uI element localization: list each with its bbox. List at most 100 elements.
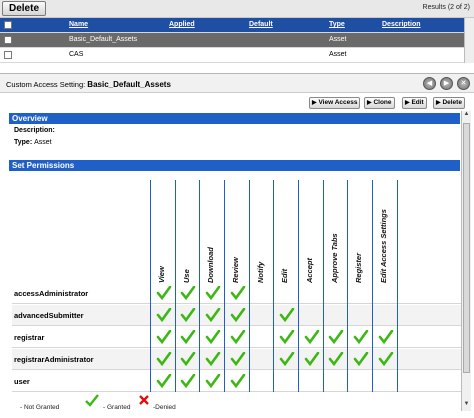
permission-column-header: Use [175,180,199,283]
close-icon[interactable]: ✕ [457,77,470,90]
description-row: Description: [14,127,55,134]
granted-check-icon [180,286,196,300]
delete-button[interactable]: Delete [2,1,46,16]
table-row[interactable]: Basic_Default_Assets Asset [0,33,474,48]
row-name: Basic_Default_Assets [69,36,138,43]
asset-table: Name Applied Default Type Description Ba… [0,18,474,63]
denied-x-icon [139,395,149,405]
detail-name: Basic_Default_Assets [87,80,171,89]
granted-check-icon [353,330,368,344]
legend-not-granted: - Not Granted [20,404,60,411]
permission-column-label: Notify [256,261,265,283]
granted-check-icon [328,330,344,344]
column-divider [347,180,348,392]
edit-label: Edit [411,99,424,106]
previous-icon[interactable]: ◀ [423,77,436,90]
granted-check-icon [279,308,294,322]
column-type[interactable]: Type [329,21,345,28]
row-type: Asset [329,51,347,58]
scrollbar-thumb[interactable] [463,123,470,373]
play-icon: ▶ [312,100,317,106]
permission-column-label: View [157,266,166,283]
permission-column-header: Accept [298,180,322,283]
permissions-heading: Set Permissions [9,160,460,171]
edit-button[interactable]: ▶ Edit [402,97,427,109]
next-icon[interactable]: ▶ [440,77,453,90]
granted-check-icon [378,330,393,344]
row-name: CAS [69,51,84,58]
permission-column-label: Download [206,247,215,283]
permission-column-header: Review [224,180,248,283]
granted-check-icon [156,286,171,300]
select-all-checkbox[interactable] [4,21,12,29]
granted-check-icon [304,352,319,366]
granted-check-icon [156,374,171,388]
clone-button[interactable]: ▶ Clone [364,97,395,109]
permission-row [12,305,462,326]
permission-column-label: Accept [305,257,314,283]
view-access-button[interactable]: ▶ View Access [309,97,361,109]
permissions-scrollbar[interactable]: ▲ ▼ [461,111,471,411]
overview-heading: Overview [9,113,460,124]
column-applied[interactable]: Applied [169,21,195,28]
permission-column-header: Notify [249,180,273,283]
type-value: Asset [34,139,52,146]
granted-check-icon [230,330,245,344]
granted-check-icon [230,352,245,366]
granted-check-icon [205,308,220,322]
permission-row [12,371,462,392]
permission-column-label: Use [182,269,191,283]
row-checkbox[interactable] [4,36,12,44]
permission-column-label: Edit Access Settings [379,209,388,283]
granted-check-icon [304,330,319,344]
permission-column-header: Edit Access Settings [372,180,396,283]
view-access-label: View Access [318,99,358,106]
legend-granted: - Granted [103,404,131,411]
row-type: Asset [329,36,347,43]
column-name[interactable]: Name [69,21,88,28]
table-row[interactable]: CAS Asset [0,48,474,63]
granted-check-icon [156,352,171,366]
permission-column-label: Review [231,257,240,283]
scroll-down-icon[interactable]: ▼ [462,401,471,411]
column-divider [249,180,250,392]
granted-check-icon [180,330,196,344]
granted-check-icon [156,330,171,344]
column-divider [199,180,200,392]
granted-check-icon [353,352,368,366]
permission-column-label: Register [354,252,363,283]
column-description[interactable]: Description [382,21,421,28]
scroll-up-icon[interactable]: ▲ [462,111,471,121]
delete-detail-button[interactable]: ▶ Delete [433,97,465,109]
type-label: Type: [14,139,33,146]
column-divider [323,180,324,392]
column-divider [372,180,373,392]
row-checkbox[interactable] [4,51,12,59]
granted-check-icon [205,286,220,300]
permission-row [12,327,462,348]
granted-check-icon [156,308,171,322]
detail-label: Custom Access Setting: [6,80,86,89]
table-header: Name Applied Default Type Description [0,18,474,33]
play-icon: ▶ [367,100,372,106]
permission-column-header: View [150,180,174,283]
column-default[interactable]: Default [249,21,273,28]
permission-user-accessAdministrator: accessAdministrator [14,289,89,298]
column-divider [273,180,274,392]
description-label: Description: [14,127,55,134]
permission-user-registrar: registrar [14,333,45,342]
granted-check-icon [328,352,344,366]
column-divider [298,180,299,392]
table-scrollbar[interactable] [464,18,474,63]
granted-check-icon [378,352,393,366]
permission-row [12,349,462,370]
permission-column-label: Approve Tabs [330,233,339,283]
permission-column-header: Edit [273,180,297,283]
permission-column-label: Edit [280,268,289,283]
column-divider [175,180,176,392]
granted-check-icon [180,308,196,322]
delete-label: Delete [442,99,462,106]
play-icon: ▶ [436,100,441,106]
column-divider [224,180,225,392]
permission-user-registrarAdministrator: registrarAdministrator [14,355,94,364]
